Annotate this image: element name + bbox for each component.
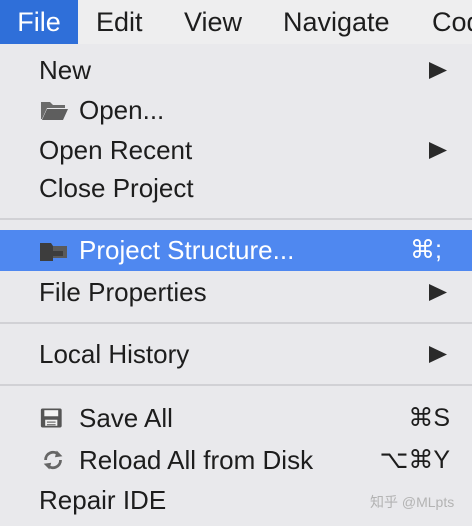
folder-open-icon: [41, 102, 68, 120]
submenu-arrow-icon: [429, 346, 447, 363]
menu-item-local-history[interactable]: Local History: [0, 335, 472, 373]
project-structure-icon: [40, 243, 67, 261]
menu-item-reload-all-label: Reload All from Disk: [79, 445, 314, 475]
menu-separator: [0, 322, 472, 324]
menu-separator: [0, 384, 472, 386]
menu-item-project-structure[interactable]: Project Structure... ⌘;: [0, 230, 472, 271]
menu-item-file-properties-label: File Properties: [39, 277, 207, 307]
menu-item-repair-ide-label: Repair IDE: [39, 485, 167, 515]
menu-item-open[interactable]: Open...: [0, 91, 472, 129]
shortcut-label: ⌘S: [408, 404, 450, 432]
submenu-arrow-icon: [429, 62, 447, 79]
shortcut-label: ⌥⌘Y: [379, 446, 450, 474]
menubar-navigate[interactable]: Navigate: [283, 0, 390, 44]
menubar-file[interactable]: File: [0, 0, 78, 44]
menu-bar: File Edit View Navigate Cod: [0, 0, 472, 45]
ide-screen: File Edit View Navigate Cod New Open... …: [0, 0, 472, 526]
menu-item-save-all-label: Save All: [79, 403, 173, 433]
file-menu: New Open... Open Recent Close Project Pr…: [0, 44, 472, 526]
menu-item-new[interactable]: New: [0, 51, 472, 89]
menubar-code[interactable]: Cod: [432, 0, 472, 44]
submenu-arrow-icon: [429, 142, 447, 159]
menu-item-close-project[interactable]: Close Project: [0, 169, 472, 207]
reload-icon: [43, 450, 63, 470]
menu-item-file-properties[interactable]: File Properties: [0, 273, 472, 311]
menubar-edit[interactable]: Edit: [96, 0, 143, 44]
menu-item-save-all[interactable]: Save All ⌘S: [0, 399, 472, 437]
menu-item-open-recent-label: Open Recent: [39, 135, 193, 165]
menu-item-open-recent[interactable]: Open Recent: [0, 131, 472, 169]
menubar-view[interactable]: View: [184, 0, 242, 44]
save-icon: [40, 408, 62, 428]
menu-item-open-label: Open...: [79, 95, 165, 125]
watermark: 知乎 @MLpts: [370, 494, 455, 510]
menu-item-close-project-label: Close Project: [39, 173, 194, 203]
menu-item-local-history-label: Local History: [39, 339, 190, 369]
menu-item-new-label: New: [39, 55, 92, 85]
menu-item-project-structure-label: Project Structure...: [79, 235, 295, 265]
menu-item-reload-all[interactable]: Reload All from Disk ⌥⌘Y: [0, 441, 472, 479]
submenu-arrow-icon: [429, 284, 447, 301]
shortcut-label: ⌘;: [410, 236, 442, 264]
menu-separator: [0, 218, 472, 220]
